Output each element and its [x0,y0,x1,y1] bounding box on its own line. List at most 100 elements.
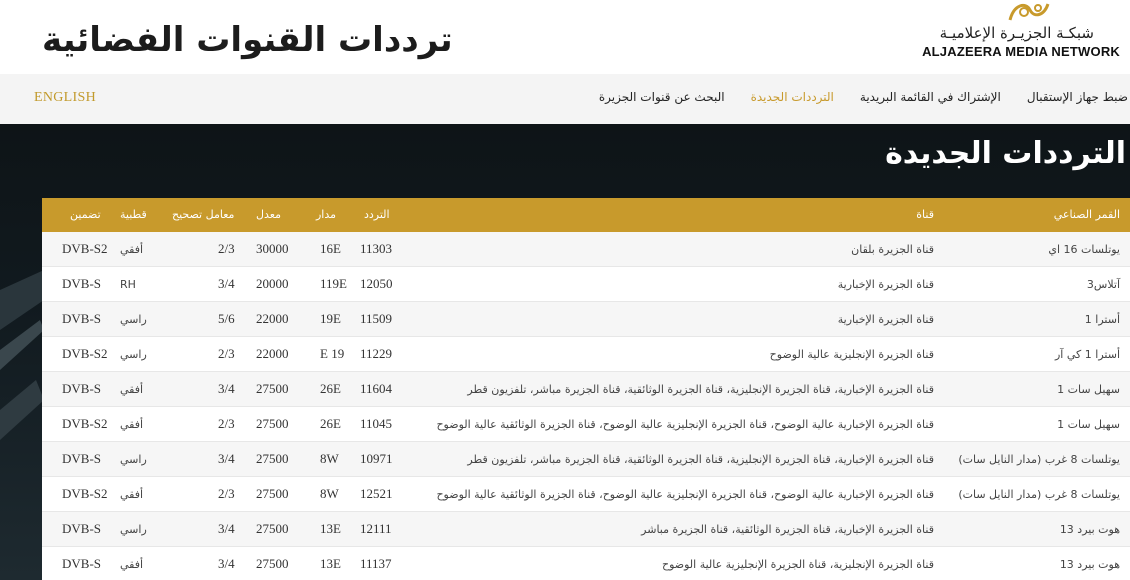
main-navbar: ENGLISH البحث عن قنوات الجزيرة الترددات … [0,74,1130,124]
cell-frequency: 12050 [360,276,393,291]
cell-polarity: أفقي [120,488,144,501]
cell-fec: 3/4 [218,521,235,536]
cell-polarity: أفقي [120,558,144,571]
cell-modulation: DVB-S2 [62,346,108,361]
header-frequency: التردد [364,208,390,221]
table-row: هوت بيرد 13 قناة الجزيرة الإنجليزية، قناة… [42,547,1130,580]
cell-satellite: يوتلسات 16 اي [1048,243,1120,256]
cell-fec: 2/3 [218,486,235,501]
cell-satellite: هوت بيرد 13 [1059,523,1120,536]
cell-rate: 27500 [256,521,289,536]
cell-fec: 3/4 [218,276,235,291]
cell-channel: قناة الجزيرة الإخبارية عالية الوضوح، قنا… [436,488,934,501]
cell-fec: 3/4 [218,556,235,571]
cell-rate: 27500 [256,416,289,431]
cell-satellite: يوتلسات 8 غرب (مدار النايل سات) [958,488,1120,501]
table-row: أسترا 1 كي آر قناة الجزيرة الإنجليزية عال… [42,337,1130,372]
cell-orbit: 13E [320,521,341,536]
header-modulation: تضمين [70,208,101,221]
header-fec: معامل تصحيح [172,208,235,221]
table-header: القمر الصناعي قناة التردد مدار معدل معام… [42,198,1130,232]
aljazeera-logo-icon [1008,3,1050,21]
cell-modulation: DVB-S [62,556,102,571]
cell-satellite: يوتلسات 8 غرب (مدار النايل سات) [958,453,1120,466]
header-polarity: قطبية [120,208,147,221]
cell-channel: قناة الجزيرة الإخبارية، قناة الجزيرة الو… [641,523,934,536]
cell-polarity: راسي [120,313,147,326]
nav-item-new-frequencies[interactable]: الترددات الجديدة [751,90,834,104]
cell-channel: قناة الجزيرة الإنجليزية عالية الوضوح [769,348,934,361]
cell-modulation: DVB-S2 [62,241,108,256]
table-row: هوت بيرد 13 قناة الجزيرة الإخبارية، قناة … [42,512,1130,547]
cell-orbit: 16E [320,241,341,256]
cell-frequency: 11303 [360,241,393,256]
header-satellite: القمر الصناعي [1053,208,1120,221]
logo-arabic-text: شبكـة الجزيـرة الإعلاميـة [939,24,1094,42]
english-language-link[interactable]: ENGLISH [34,90,96,106]
cell-polarity: أفقي [120,243,144,256]
cell-rate: 22000 [256,311,289,326]
cell-satellite: أسترا 1 [1084,313,1120,326]
cell-orbit: 13E [320,556,341,571]
cell-fec: 3/4 [218,381,235,396]
header-orbit: مدار [316,208,337,221]
cell-rate: 27500 [256,451,289,466]
nav-item-search-channels[interactable]: البحث عن قنوات الجزيرة [599,90,725,104]
cell-fec: 2/3 [218,346,235,361]
header-channel: قناة [916,208,934,221]
cell-orbit: 26E [320,416,341,431]
cell-polarity: RH [120,278,136,291]
cell-channel: قناة الجزيرة الإخبارية، قناة الجزيرة الإ… [467,453,934,466]
cell-modulation: DVB-S2 [62,416,108,431]
cell-polarity: أفقي [120,418,144,431]
cell-channel: قناة الجزيرة الإخبارية عالية الوضوح، قنا… [436,418,934,431]
table-row: يوتلسات 8 غرب (مدار النايل سات) قناة الجز… [42,477,1130,512]
aljazeera-logo[interactable]: شبكـة الجزيـرة الإعلاميـة ALJAZEERA MEDI… [922,0,1124,70]
cell-frequency: 12111 [360,521,392,536]
table-body: يوتلسات 16 اي قناة الجزيرة بلقان 11303 16E 3… [42,232,1130,580]
cell-frequency: 11229 [360,346,393,361]
cell-modulation: DVB-S [62,311,102,326]
nav-menu: البحث عن قنوات الجزيرة الترددات الجديدة … [599,90,1128,104]
cell-channel: قناة الجزيرة الإخبارية [837,313,934,326]
cell-frequency: 11137 [360,556,392,571]
table-row: آتلاس3 قناة الجزيرة الإخبارية 12050 119E 200… [42,267,1130,302]
cell-rate: 27500 [256,486,289,501]
cell-fec: 5/6 [218,311,235,326]
cell-fec: 3/4 [218,451,235,466]
cell-polarity: راسي [120,523,147,536]
cell-fec: 2/3 [218,416,235,431]
nav-item-receiver-setup[interactable]: ضبط جهاز الإستقبال [1027,90,1128,104]
cell-satellite: هوت بيرد 13 [1059,558,1120,571]
section-title: الترددات الجديدة [885,136,1126,171]
cell-frequency: 12521 [360,486,393,501]
frequencies-table: القمر الصناعي قناة التردد مدار معدل معام… [42,198,1130,580]
nav-item-mailing-list[interactable]: الإشتراك في القائمة البريدية [860,90,1001,104]
cell-modulation: DVB-S [62,521,102,536]
cell-channel: قناة الجزيرة الإنجليزية، قناة الجزيرة ال… [661,558,934,571]
table-row: سهيل سات 1 قناة الجزيرة الإخبارية، قناة ا… [42,372,1130,407]
cell-frequency: 11509 [360,311,393,326]
cell-modulation: DVB-S [62,451,102,466]
cell-satellite: سهيل سات 1 [1057,383,1120,396]
table-row: يوتلسات 16 اي قناة الجزيرة بلقان 11303 16E 3… [42,232,1130,267]
cell-channel: قناة الجزيرة بلقان [851,243,934,256]
cell-polarity: أفقي [120,383,144,396]
table-row: يوتلسات 8 غرب (مدار النايل سات) قناة الجز… [42,442,1130,477]
cell-satellite: سهيل سات 1 [1057,418,1120,431]
cell-frequency: 10971 [360,451,393,466]
cell-rate: 27500 [256,556,289,571]
cell-frequency: 11604 [360,381,393,396]
cell-orbit: 8W [320,486,339,501]
cell-orbit: 8W [320,451,339,466]
table-row: أسترا 1 قناة الجزيرة الإخبارية 11509 19E 220… [42,302,1130,337]
cell-rate: 30000 [256,241,289,256]
cell-rate: 20000 [256,276,289,291]
site-header: ترددات القنوات الفضائية شبكـة الجزيـرة ا… [0,0,1130,74]
cell-frequency: 11045 [360,416,393,431]
cell-polarity: راسي [120,453,147,466]
cell-modulation: DVB-S [62,276,102,291]
cell-channel: قناة الجزيرة الإخبارية، قناة الجزيرة الإ… [467,383,934,396]
cell-rate: 27500 [256,381,289,396]
cell-orbit: 19E [320,311,341,326]
